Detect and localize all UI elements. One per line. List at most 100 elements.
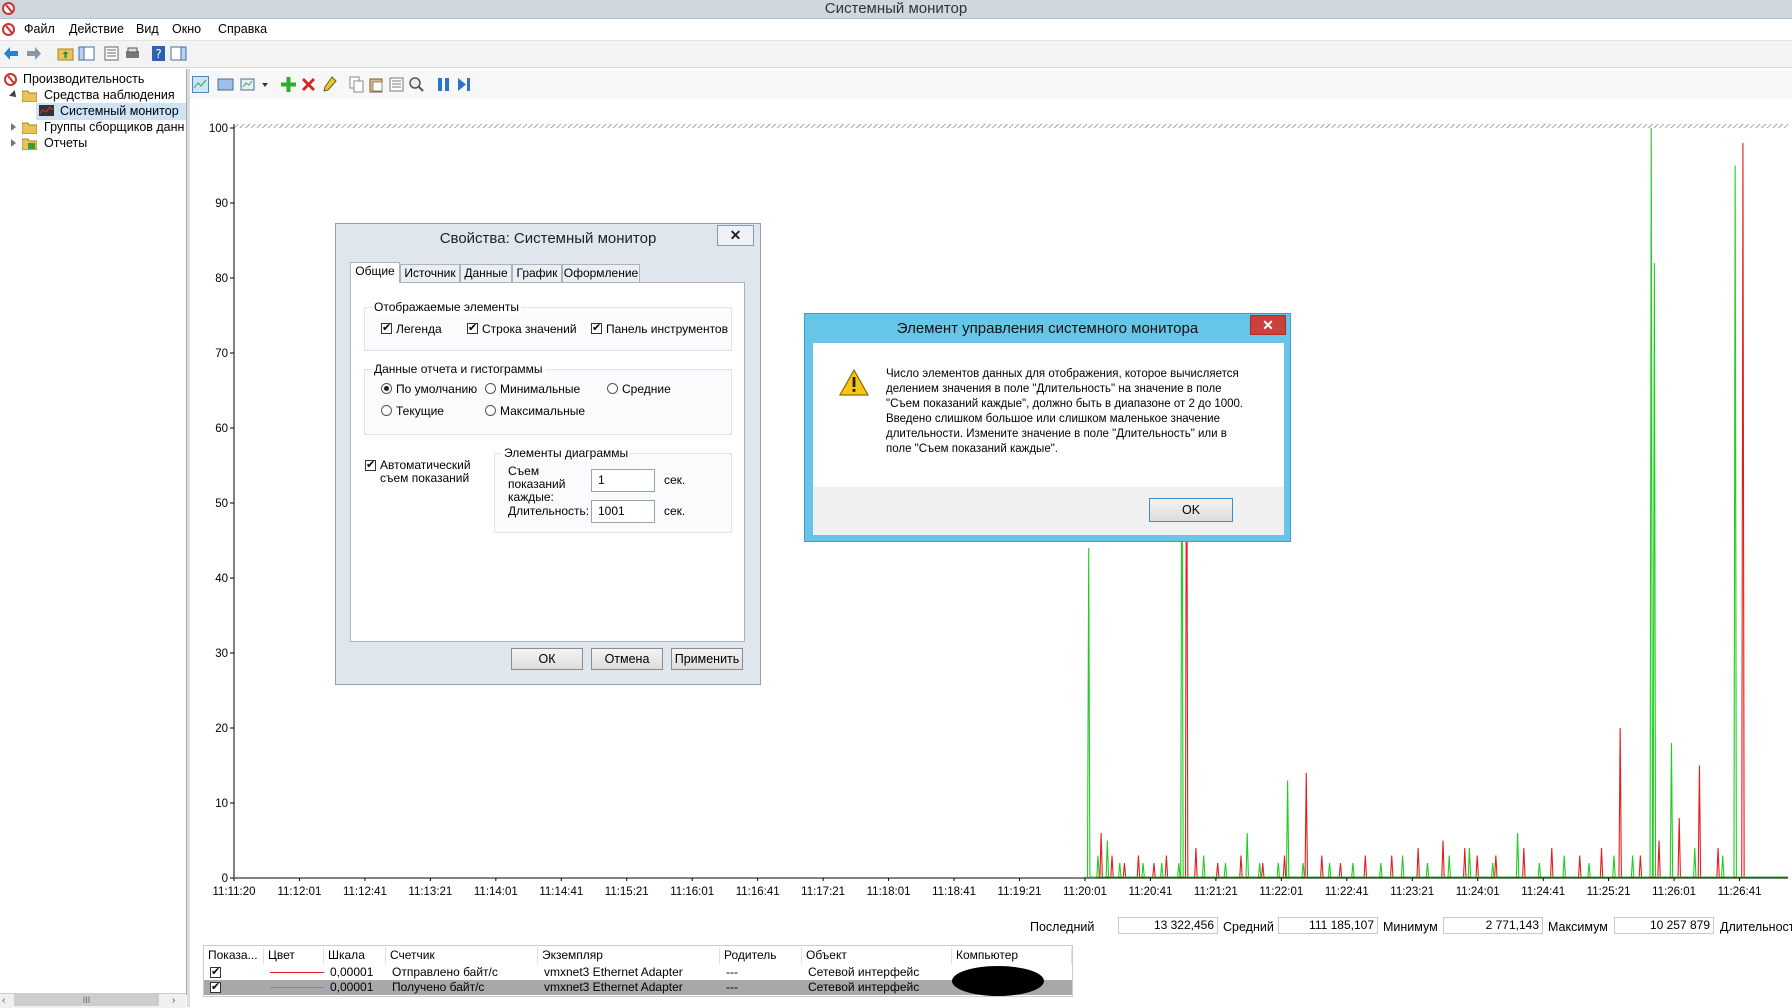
help-icon[interactable]: ? <box>150 45 167 62</box>
sample-interval-label: Съем показаний каждые: <box>508 464 566 504</box>
report-data-group <box>364 369 732 435</box>
report-data-label: Данные отчета и гистограммы <box>372 362 545 376</box>
minimum-value: 2 771,143 <box>1443 917 1543 934</box>
legend-counter: Отправлено байт/с <box>392 965 498 979</box>
toolbar-checkbox[interactable] <box>591 321 602 334</box>
legend-header-counter[interactable]: Счетчик <box>386 947 538 964</box>
report-icon <box>22 138 37 150</box>
displayed-elements-label: Отображаемые элементы <box>372 300 522 314</box>
legend-row-selected[interactable]: 0,00001 Получено байт/с vmxnet3 Ethernet… <box>204 980 1072 995</box>
change-graph-type-icon[interactable] <box>240 76 257 93</box>
legend-header-computer[interactable]: Компьютер <box>952 947 1072 964</box>
paste-counter-list-icon[interactable] <box>368 76 385 93</box>
x-tick-label: 11:14:41 <box>539 886 583 898</box>
properties-close-button[interactable]: ✕ <box>717 225 754 246</box>
tab-graph[interactable]: График <box>512 264 562 282</box>
x-tick-label: 11:26:01 <box>1652 886 1696 898</box>
radio-maximum[interactable] <box>485 405 496 416</box>
scroll-left-arrow-icon[interactable]: ‹ <box>2 995 5 1006</box>
x-tick-label: 11:18:41 <box>932 886 976 898</box>
radio-average[interactable] <box>607 383 618 394</box>
radio-minimum-label: Минимальные <box>500 382 581 396</box>
highlight-icon[interactable] <box>321 76 338 93</box>
properties-ok-button[interactable]: ОК <box>511 648 583 670</box>
auto-sample-checkbox[interactable] <box>365 458 376 471</box>
tab-appearance[interactable]: Оформление <box>562 264 640 282</box>
collapsed-arrow-icon[interactable] <box>11 123 16 131</box>
radio-maximum-label: Максимальные <box>500 404 585 418</box>
radio-average-label: Средние <box>622 382 671 396</box>
properties-apply-button[interactable]: Применить <box>671 648 743 670</box>
monitor-toolbar <box>190 71 1792 99</box>
tree-item-system-monitor[interactable]: Системный монитор <box>36 103 186 120</box>
tab-data[interactable]: Данные <box>460 264 512 282</box>
legend-header-parent[interactable]: Родитель <box>720 947 802 964</box>
show-action-pane-icon[interactable] <box>170 45 187 62</box>
system-menu-icon[interactable] <box>2 23 15 36</box>
graph-type-dropdown-icon[interactable] <box>262 83 268 87</box>
legend-instance: vmxnet3 Ethernet Adapter <box>544 980 683 994</box>
legend-row-checkbox[interactable] <box>210 965 221 980</box>
menu-action[interactable]: Действие <box>69 22 124 36</box>
legend-checkbox[interactable] <box>381 321 392 334</box>
maximum-label: Максимум <box>1548 920 1608 934</box>
tab-source[interactable]: Источник <box>400 264 460 282</box>
properties-dialog-title: Свойства: Системный монитор <box>439 230 657 247</box>
radio-current-label: Текущие <box>396 404 444 418</box>
collapsed-arrow-icon[interactable] <box>11 139 16 147</box>
forward-arrow-icon[interactable] <box>25 45 42 62</box>
error-line: длительности. Измените значение в поле "… <box>886 428 1227 440</box>
delete-counter-icon[interactable] <box>300 76 317 93</box>
update-data-icon[interactable] <box>456 76 473 93</box>
copy-properties-icon[interactable] <box>348 76 365 93</box>
value-bar-checkbox[interactable] <box>467 321 478 334</box>
export-list-icon[interactable] <box>124 45 141 62</box>
legend-row-checkbox[interactable] <box>210 980 221 995</box>
tree-horizontal-scrollbar[interactable]: ‹ III › <box>0 993 186 1008</box>
error-dialog-title: Элемент управления системного монитора <box>896 320 1199 337</box>
properties-icon[interactable] <box>103 45 120 62</box>
svg-text:?: ? <box>155 47 161 61</box>
error-close-button[interactable]: ✕ <box>1250 315 1286 335</box>
add-counter-icon[interactable] <box>280 76 297 93</box>
legend-row[interactable]: 0,00001 Отправлено байт/с vmxnet3 Ethern… <box>204 965 1072 980</box>
x-tick-label: 11:16:01 <box>670 886 714 898</box>
duration-input[interactable]: 1001 <box>591 500 655 523</box>
view-graph-icon[interactable] <box>192 76 209 93</box>
error-dialog-footer: OK <box>813 487 1284 535</box>
legend-header-show[interactable]: Показа... <box>204 947 264 964</box>
graph-top-band <box>234 124 1788 128</box>
menu-file[interactable]: Файл <box>24 22 55 36</box>
properties-cancel-button[interactable]: Отмена <box>591 648 663 670</box>
legend-header-scale[interactable]: Шкала <box>324 947 386 964</box>
radio-current[interactable] <box>381 405 392 416</box>
legend-header-object[interactable]: Объект <box>802 947 952 964</box>
maximum-value: 10 257 879 <box>1614 917 1714 934</box>
sample-interval-input[interactable]: 1 <box>591 469 655 492</box>
menu-view[interactable]: Вид <box>136 22 159 36</box>
legend-header-instance[interactable]: Экземпляр <box>538 947 720 964</box>
back-arrow-icon[interactable] <box>3 45 20 62</box>
scroll-right-arrow-icon[interactable]: › <box>172 995 175 1006</box>
legend-object: Сетевой интерфейс <box>808 965 920 979</box>
properties-icon[interactable] <box>388 76 405 93</box>
legend-header-color[interactable]: Цвет <box>264 947 324 964</box>
scroll-thumb[interactable]: III <box>14 994 159 1006</box>
radio-default[interactable] <box>381 383 392 394</box>
view-current-activity-icon[interactable] <box>217 76 234 93</box>
error-ok-button[interactable]: OK <box>1149 498 1233 522</box>
last-label: Последний <box>1030 920 1095 934</box>
zoom-icon[interactable] <box>408 76 425 93</box>
legend-color-line <box>270 987 324 988</box>
menu-window[interactable]: Окно <box>172 22 201 36</box>
freeze-display-icon[interactable] <box>435 76 452 93</box>
up-folder-icon[interactable] <box>57 45 74 62</box>
perf-icon <box>4 73 17 86</box>
radio-minimum[interactable] <box>485 383 496 394</box>
legend-object: Сетевой интерфейс <box>808 980 920 994</box>
menu-help[interactable]: Справка <box>218 22 267 36</box>
y-tick-label: 80 <box>215 273 228 285</box>
tab-general[interactable]: Общие <box>350 262 400 283</box>
expanded-arrow-icon[interactable] <box>9 90 19 100</box>
show-tree-icon[interactable] <box>78 45 95 62</box>
